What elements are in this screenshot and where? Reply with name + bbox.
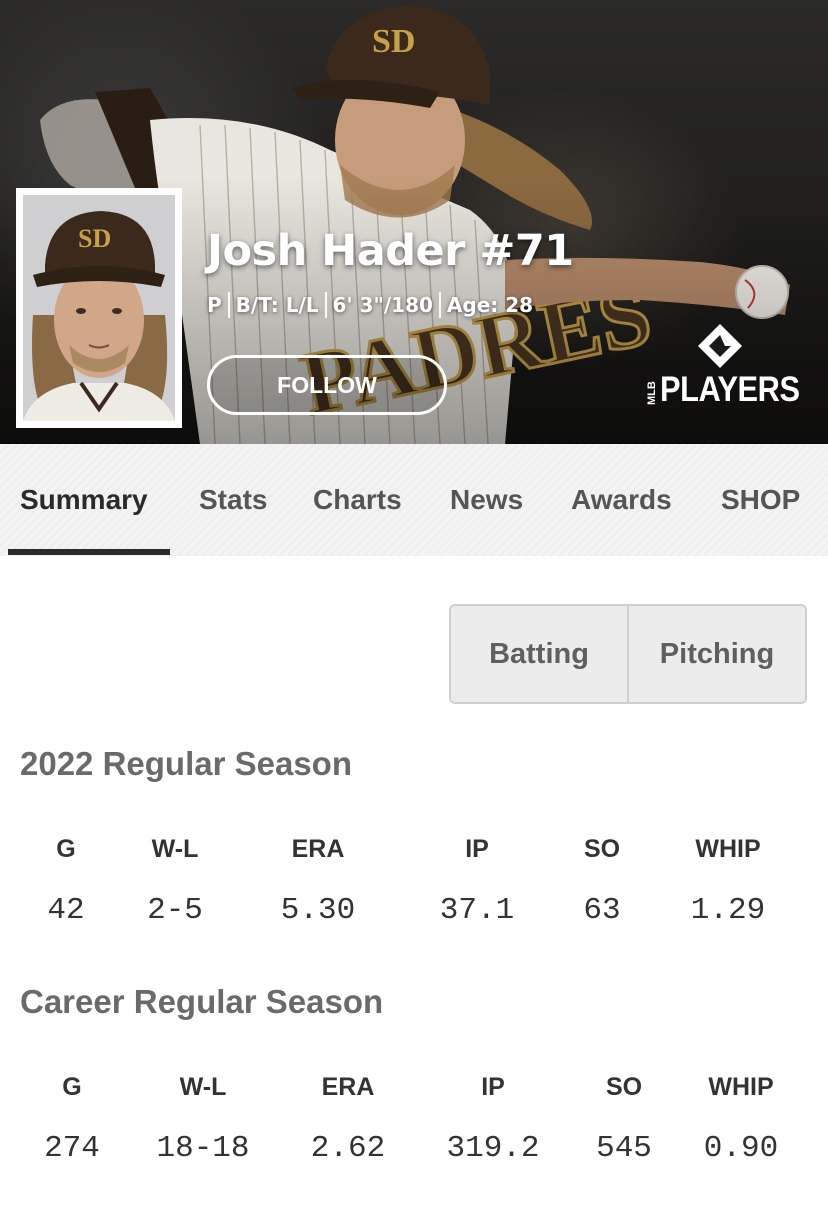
active-tab-indicator: [8, 549, 170, 555]
brand-players-text: PLAYERS: [660, 370, 800, 409]
tab-bar: Summary Stats Charts News Awards SHOP: [0, 444, 828, 556]
brand-mlb-text: MLB: [646, 381, 658, 405]
career-stat-g: 274: [44, 1131, 100, 1166]
player-headshot-image: SD: [23, 195, 175, 421]
season-stat-so: 63: [583, 893, 621, 928]
divider: [227, 292, 230, 318]
season-stat-wl: 2-5: [147, 893, 203, 928]
pitching-toggle-button[interactable]: Pitching: [627, 606, 805, 702]
career-stat-so: 545: [596, 1131, 652, 1166]
stat-header-ip: IP: [465, 835, 489, 863]
mlb-players-logo: MLB PLAYERS: [644, 322, 804, 414]
player-position: P: [207, 293, 222, 317]
player-height-weight: 6' 3"/180: [332, 293, 433, 317]
career-stat-ip: 319.2: [446, 1131, 540, 1166]
stat-header-g: G: [56, 835, 76, 863]
stat-header-ip: IP: [481, 1073, 505, 1101]
tab-news[interactable]: News: [450, 444, 523, 556]
svg-text:SD: SD: [78, 224, 111, 253]
divider: [438, 292, 441, 318]
season-stat-era: 5.30: [280, 893, 356, 928]
tab-awards[interactable]: Awards: [571, 444, 672, 556]
stat-header-era: ERA: [291, 835, 345, 863]
divider: [324, 292, 327, 318]
player-name: Josh Hader #71: [207, 226, 574, 276]
player-bats-throws: B/T: L/L: [235, 293, 319, 317]
career-stat-whip: 0.90: [703, 1131, 779, 1166]
career-stat-wl: 18-18: [156, 1131, 250, 1166]
season-stat-g: 42: [47, 893, 85, 928]
stat-header-wl: W-L: [179, 1073, 227, 1101]
player-hero-banner: PADRES SD SD Josh Ha: [0, 0, 828, 444]
stat-header-so: SO: [583, 835, 621, 863]
stat-header-so: SO: [605, 1073, 643, 1101]
stat-header-wl: W-L: [151, 835, 199, 863]
stat-header-era: ERA: [321, 1073, 375, 1101]
season-stat-whip: 1.29: [690, 893, 766, 928]
stat-header-g: G: [62, 1073, 82, 1101]
season-section-title: 2022 Regular Season: [20, 745, 352, 782]
batting-pitching-toggle: Batting Pitching: [449, 604, 807, 704]
tab-charts[interactable]: Charts: [313, 444, 402, 556]
tab-stats[interactable]: Stats: [199, 444, 267, 556]
tab-summary[interactable]: Summary: [20, 444, 148, 556]
career-section-title: Career Regular Season: [20, 983, 384, 1020]
follow-button[interactable]: FOLLOW: [207, 355, 447, 415]
player-headshot: SD: [16, 188, 182, 428]
player-age: Age: 28: [446, 293, 534, 317]
career-stat-era: 2.62: [310, 1131, 386, 1166]
stat-header-whip: WHIP: [708, 1073, 774, 1101]
season-stat-ip: 37.1: [439, 893, 515, 928]
tab-shop[interactable]: SHOP: [721, 444, 800, 556]
mlbpa-logo-icon: [698, 324, 742, 368]
player-bio-line: P B/T: L/L 6' 3"/180 Age: 28: [207, 290, 533, 320]
stat-header-whip: WHIP: [695, 835, 761, 863]
batting-toggle-button[interactable]: Batting: [451, 606, 627, 702]
